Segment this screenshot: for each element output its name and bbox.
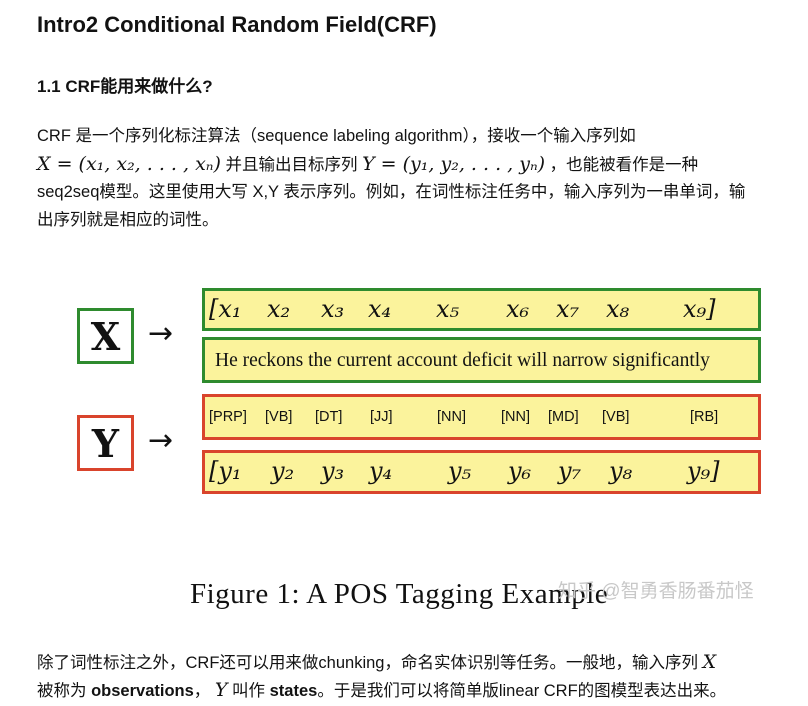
math-x: X — [702, 651, 717, 673]
y-token: y₅ — [448, 457, 472, 485]
x-token: [x₁ — [209, 295, 242, 323]
input-sentence: He reckons the current account deficit w… — [215, 350, 710, 371]
observations-term: observations — [91, 682, 194, 700]
pos-tag: [NN] — [437, 409, 466, 425]
states-term: states — [269, 682, 318, 700]
tag-row: [PRP] [VB] [DT] [JJ] [NN] [NN] [MD] [VB]… — [202, 394, 761, 440]
para-line: 被称为 observations， Y 叫作 states。于是我们可以将简单版… — [37, 676, 808, 704]
y-token: y₆ — [508, 457, 532, 485]
math-input-sequence: X = (x₁, x₂, . . . , xₙ) — [37, 153, 221, 175]
para-text: 。于是我们可以将简单版linear CRF的图模型表达出来。 — [317, 682, 727, 700]
x-label-box: X — [77, 308, 134, 364]
x-token: x₅ — [436, 295, 460, 323]
pos-tag: [NN] — [501, 409, 530, 425]
watermark: 知乎 @智勇香肠番茄怪 — [558, 581, 754, 602]
para-text: ， — [193, 682, 211, 700]
arrow-right-icon: → — [148, 316, 174, 351]
pos-tag: [PRP] — [209, 409, 247, 425]
x-token: x₂ — [267, 295, 291, 323]
pos-tag: [VB] — [602, 409, 630, 425]
para-line: X = (x₁, x₂, . . . , xₙ) 并且输出目标序列 Y = (y… — [37, 150, 808, 178]
x-token: x₃ — [321, 295, 345, 323]
figure-caption: Figure 1: A POS Tagging Example — [190, 578, 609, 610]
x-token: x₉] — [683, 295, 716, 323]
y-token: y₃ — [321, 457, 345, 485]
math-y: Y — [214, 679, 228, 701]
para-text: 并且输出目标序列 — [225, 156, 358, 174]
sentence-row: He reckons the current account deficit w… — [202, 337, 761, 383]
x-token-row: [x₁ x₂ x₃ x₄ x₅ x₆ x₇ x₈ x₉] — [202, 288, 761, 331]
para-text: ，也能被看作是一种 — [549, 156, 699, 174]
pos-tag: [RB] — [690, 409, 719, 425]
x-token: x₈ — [606, 295, 630, 323]
para-line: seq2seq模型。这里使用大写 X,Y 表示序列。例如，在词性标注任务中，输入… — [37, 183, 746, 201]
y-token: y₉] — [687, 457, 720, 485]
para-line: 出序列就是相应的词性。 — [37, 211, 219, 229]
intro-paragraph: CRF 是一个序列化标注算法（sequence labeling algorit… — [37, 122, 808, 234]
para-text: 被称为 — [37, 682, 87, 700]
pos-tagging-figure: X → Y → [x₁ x₂ x₃ x₄ x₅ x₆ x₇ x₈ x₉] He … — [70, 280, 770, 625]
para-line: CRF 是一个序列化标注算法（sequence labeling algorit… — [37, 127, 636, 145]
pos-tag: [MD] — [548, 409, 579, 425]
y-token: y₇ — [558, 457, 582, 485]
x-token: x₇ — [556, 295, 580, 323]
pos-tag: [VB] — [265, 409, 293, 425]
y-token: y₂ — [271, 457, 295, 485]
y-token: y₈ — [609, 457, 633, 485]
x-token: x₆ — [506, 295, 530, 323]
x-token: x₄ — [368, 295, 392, 323]
y-token: [y₁ — [209, 457, 242, 485]
para-text: 除了词性标注之外，CRF还可以用来做chunking，命名实体识别等任务。一般地… — [37, 654, 698, 672]
pos-tag: [JJ] — [370, 409, 393, 425]
article-heading: Intro2 Conditional Random Field(CRF) — [37, 12, 437, 37]
y-token: y₄ — [369, 457, 393, 485]
pos-tag: [DT] — [315, 409, 343, 425]
observations-paragraph: 除了词性标注之外，CRF还可以用来做chunking，命名实体识别等任务。一般地… — [37, 648, 808, 704]
para-line: 除了词性标注之外，CRF还可以用来做chunking，命名实体识别等任务。一般地… — [37, 648, 808, 676]
math-output-sequence: Y = (y₁, y₂, . . . , yₙ) — [362, 153, 546, 175]
para-text: 叫作 — [232, 682, 266, 700]
arrow-right-icon: → — [148, 423, 174, 458]
y-token-row: [y₁ y₂ y₃ y₄ y₅ y₆ y₇ y₈ y₉] — [202, 450, 761, 494]
section-heading: 1.1 CRF能用来做什么? — [37, 77, 213, 96]
y-label-box: Y — [77, 415, 134, 471]
